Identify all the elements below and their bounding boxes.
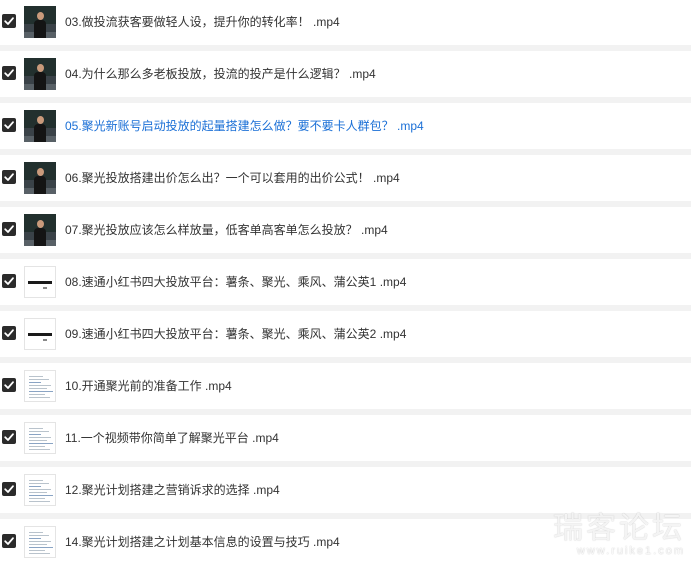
checkmark-icon (4, 433, 14, 441)
file-name[interactable]: 12.聚光计划搭建之营销诉求的选择 .mp4 (65, 481, 280, 499)
checkbox[interactable] (2, 170, 16, 184)
checkmark-icon (4, 485, 14, 493)
video-thumbnail (24, 58, 56, 90)
list-item[interactable]: 08.速通小红书四大投放平台：薯条、聚光、乘风、蒲公英1 .mp4 (0, 259, 691, 305)
file-name[interactable]: 07.聚光投放应该怎么样放量，低客单高客单怎么投放？ .mp4 (65, 221, 388, 239)
list-item[interactable]: 07.聚光投放应该怎么样放量，低客单高客单怎么投放？ .mp4 (0, 207, 691, 253)
checkbox[interactable] (2, 378, 16, 392)
checkbox[interactable] (2, 482, 16, 496)
list-item[interactable]: 09.速通小红书四大投放平台：薯条、聚光、乘风、蒲公英2 .mp4 (0, 311, 691, 357)
file-name[interactable]: 03.做投流获客要做轻人设，提升你的转化率！ .mp4 (65, 13, 340, 31)
list-item[interactable]: 03.做投流获客要做轻人设，提升你的转化率！ .mp4 (0, 0, 691, 45)
list-item[interactable]: 06.聚光投放搭建出价怎么出？一个可以套用的出价公式！ .mp4 (0, 155, 691, 201)
checkbox[interactable] (2, 274, 16, 288)
checkmark-icon (4, 381, 14, 389)
checkbox[interactable] (2, 66, 16, 80)
video-thumbnail (24, 214, 56, 246)
checkmark-icon (4, 173, 14, 181)
file-name[interactable]: 05.聚光新账号启动投放的起量搭建怎么做？要不要卡人群包？ .mp4 (65, 117, 424, 135)
checkmark-icon (4, 121, 14, 129)
slide-thumbnail (24, 318, 56, 350)
checkmark-icon (4, 17, 14, 25)
document-thumbnail (24, 526, 56, 558)
file-name[interactable]: 08.速通小红书四大投放平台：薯条、聚光、乘风、蒲公英1 .mp4 (65, 273, 406, 291)
checkmark-icon (4, 277, 14, 285)
checkmark-icon (4, 69, 14, 77)
checkbox[interactable] (2, 14, 16, 28)
checkmark-icon (4, 225, 14, 233)
checkmark-icon (4, 537, 14, 545)
video-thumbnail (24, 162, 56, 194)
list-item[interactable]: 10.开通聚光前的准备工作 .mp4 (0, 363, 691, 409)
list-item[interactable]: 04.为什么那么多老板投放，投流的投产是什么逻辑？ .mp4 (0, 51, 691, 97)
file-name[interactable]: 06.聚光投放搭建出价怎么出？一个可以套用的出价公式！ .mp4 (65, 169, 400, 187)
checkbox[interactable] (2, 222, 16, 236)
checkbox[interactable] (2, 118, 16, 132)
video-thumbnail (24, 6, 56, 38)
file-name[interactable]: 11.一个视频带你简单了解聚光平台 .mp4 (65, 429, 279, 447)
checkbox[interactable] (2, 534, 16, 548)
checkbox[interactable] (2, 430, 16, 444)
file-name[interactable]: 04.为什么那么多老板投放，投流的投产是什么逻辑？ .mp4 (65, 65, 376, 83)
list-item[interactable]: 12.聚光计划搭建之营销诉求的选择 .mp4 (0, 467, 691, 513)
checkbox[interactable] (2, 326, 16, 340)
video-thumbnail (24, 110, 56, 142)
list-item[interactable]: 14.聚光计划搭建之计划基本信息的设置与技巧 .mp4 (0, 519, 691, 561)
file-list: 03.做投流获客要做轻人设，提升你的转化率！ .mp4 04.为什么那么多老板投放… (0, 0, 691, 561)
slide-thumbnail (24, 266, 56, 298)
checkmark-icon (4, 329, 14, 337)
file-name[interactable]: 14.聚光计划搭建之计划基本信息的设置与技巧 .mp4 (65, 533, 340, 551)
document-thumbnail (24, 474, 56, 506)
document-thumbnail (24, 422, 56, 454)
list-item[interactable]: 11.一个视频带你简单了解聚光平台 .mp4 (0, 415, 691, 461)
file-name[interactable]: 09.速通小红书四大投放平台：薯条、聚光、乘风、蒲公英2 .mp4 (65, 325, 406, 343)
list-item[interactable]: 05.聚光新账号启动投放的起量搭建怎么做？要不要卡人群包？ .mp4 (0, 103, 691, 149)
file-name[interactable]: 10.开通聚光前的准备工作 .mp4 (65, 377, 232, 395)
document-thumbnail (24, 370, 56, 402)
